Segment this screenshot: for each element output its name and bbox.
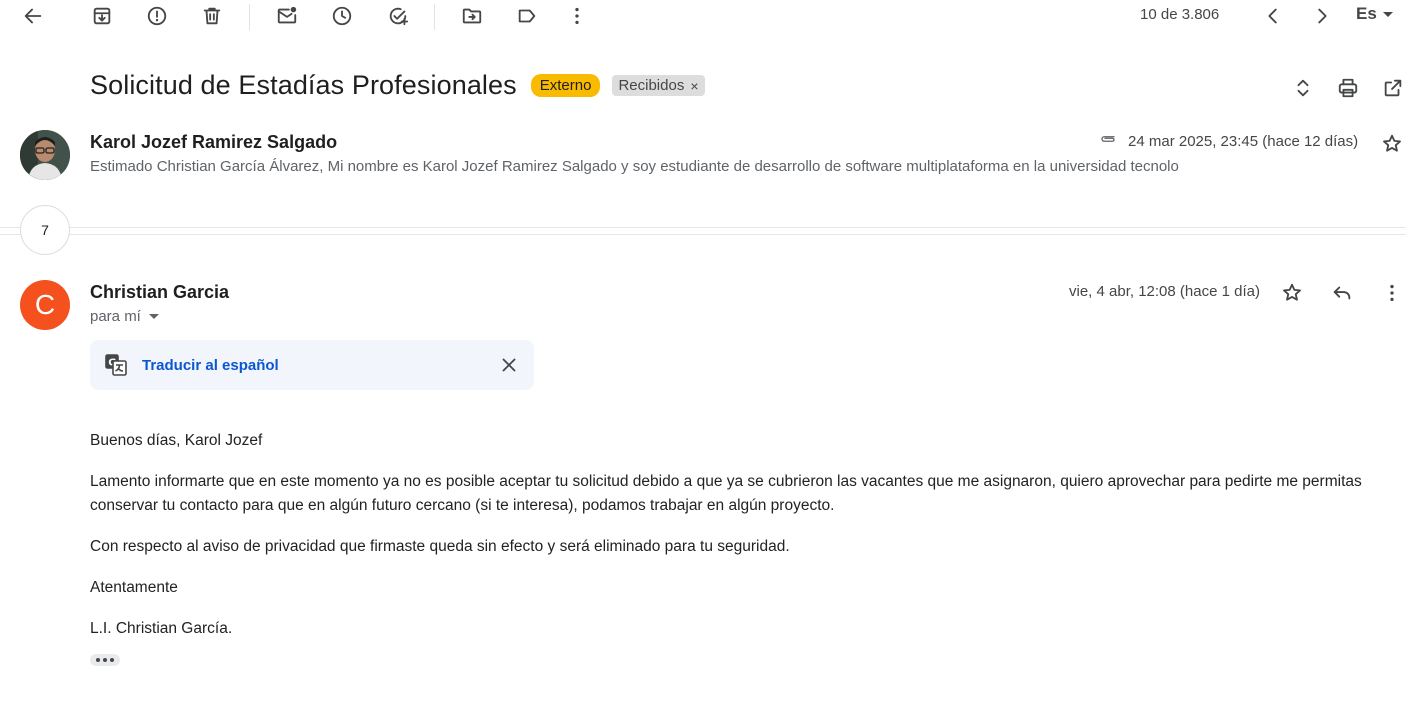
newer-chevron-icon[interactable] (1257, 0, 1289, 32)
reply-icon[interactable] (1326, 277, 1358, 309)
snooze-icon[interactable] (326, 0, 358, 32)
star-icon[interactable] (1376, 128, 1408, 160)
sender-avatar-photo[interactable] (20, 130, 70, 180)
body-paragraph: Buenos días, Karol Jozef (90, 432, 263, 449)
body-paragraph: Con respecto al aviso de privacidad que … (90, 538, 790, 555)
inbox-label-chip[interactable]: Recibidos × (612, 75, 705, 96)
more-vert-icon[interactable] (561, 0, 593, 32)
close-icon[interactable] (498, 354, 520, 376)
show-trimmed-content-button[interactable] (90, 654, 120, 666)
toolbar-separator (249, 4, 250, 30)
delete-icon[interactable] (196, 0, 228, 32)
email-subject: Solicitud de Estadías Profesionales (90, 70, 517, 100)
ellipsis-dot (96, 658, 100, 662)
remove-label-icon[interactable]: × (690, 78, 698, 94)
message-date: vie, 4 abr, 12:08 (hace 1 día) (1069, 283, 1260, 300)
caret-down-icon (1382, 11, 1393, 17)
input-tools-language[interactable]: Es (1356, 4, 1393, 24)
message-body: Buenos días, Karol Jozef Lamento informa… (90, 429, 1390, 658)
attachment-icon (1096, 130, 1120, 153)
open-new-window-icon[interactable] (1377, 72, 1409, 104)
caret-down-icon (148, 314, 159, 319)
move-to-icon[interactable] (456, 0, 488, 32)
translate-link[interactable]: Traducir al español (142, 357, 279, 374)
archive-icon[interactable] (86, 0, 118, 32)
print-icon[interactable] (1332, 72, 1364, 104)
body-paragraph: Lamento informarte que en este momento y… (90, 473, 1362, 514)
message-snippet[interactable]: Estimado Christian García Álvarez, Mi no… (90, 158, 1270, 175)
external-chip: Externo (530, 74, 601, 97)
mark-unread-icon[interactable] (271, 0, 303, 32)
ellipsis-dot (103, 658, 107, 662)
recipient-label: para mí (90, 308, 141, 325)
label-icon[interactable] (511, 0, 543, 32)
subject-line: Solicitud de Estadías Profesionales Exte… (90, 70, 705, 101)
recipient-details[interactable]: para mí (90, 308, 159, 325)
collapsed-messages-count[interactable]: 7 (20, 205, 70, 255)
report-spam-icon[interactable] (141, 0, 173, 32)
more-vert-icon[interactable] (1376, 277, 1408, 309)
add-task-icon[interactable] (382, 0, 414, 32)
expand-all-icon[interactable] (1287, 72, 1319, 104)
sender-name[interactable]: Karol Jozef Ramirez Salgado (90, 132, 337, 153)
thread-divider (0, 227, 1406, 228)
inbox-label-text: Recibidos (618, 77, 685, 94)
sender-name[interactable]: Christian Garcia (90, 282, 229, 303)
thread-divider (0, 234, 1406, 235)
language-label: Es (1356, 4, 1377, 23)
back-arrow-icon[interactable] (17, 0, 49, 32)
older-chevron-icon[interactable] (1306, 0, 1338, 32)
ellipsis-dot (110, 658, 114, 662)
body-paragraph: L.I. Christian García. (90, 620, 233, 637)
message-counter: 10 de 3.806 (1140, 6, 1220, 23)
translate-banner: G Traducir al español (90, 340, 534, 390)
message-date: 24 mar 2025, 23:45 (hace 12 días) (1128, 133, 1359, 150)
toolbar-separator (434, 4, 435, 30)
star-icon[interactable] (1276, 277, 1308, 309)
translate-icon: G (105, 354, 127, 376)
body-paragraph: Atentamente (90, 579, 178, 596)
sender-avatar[interactable]: C (20, 280, 70, 330)
